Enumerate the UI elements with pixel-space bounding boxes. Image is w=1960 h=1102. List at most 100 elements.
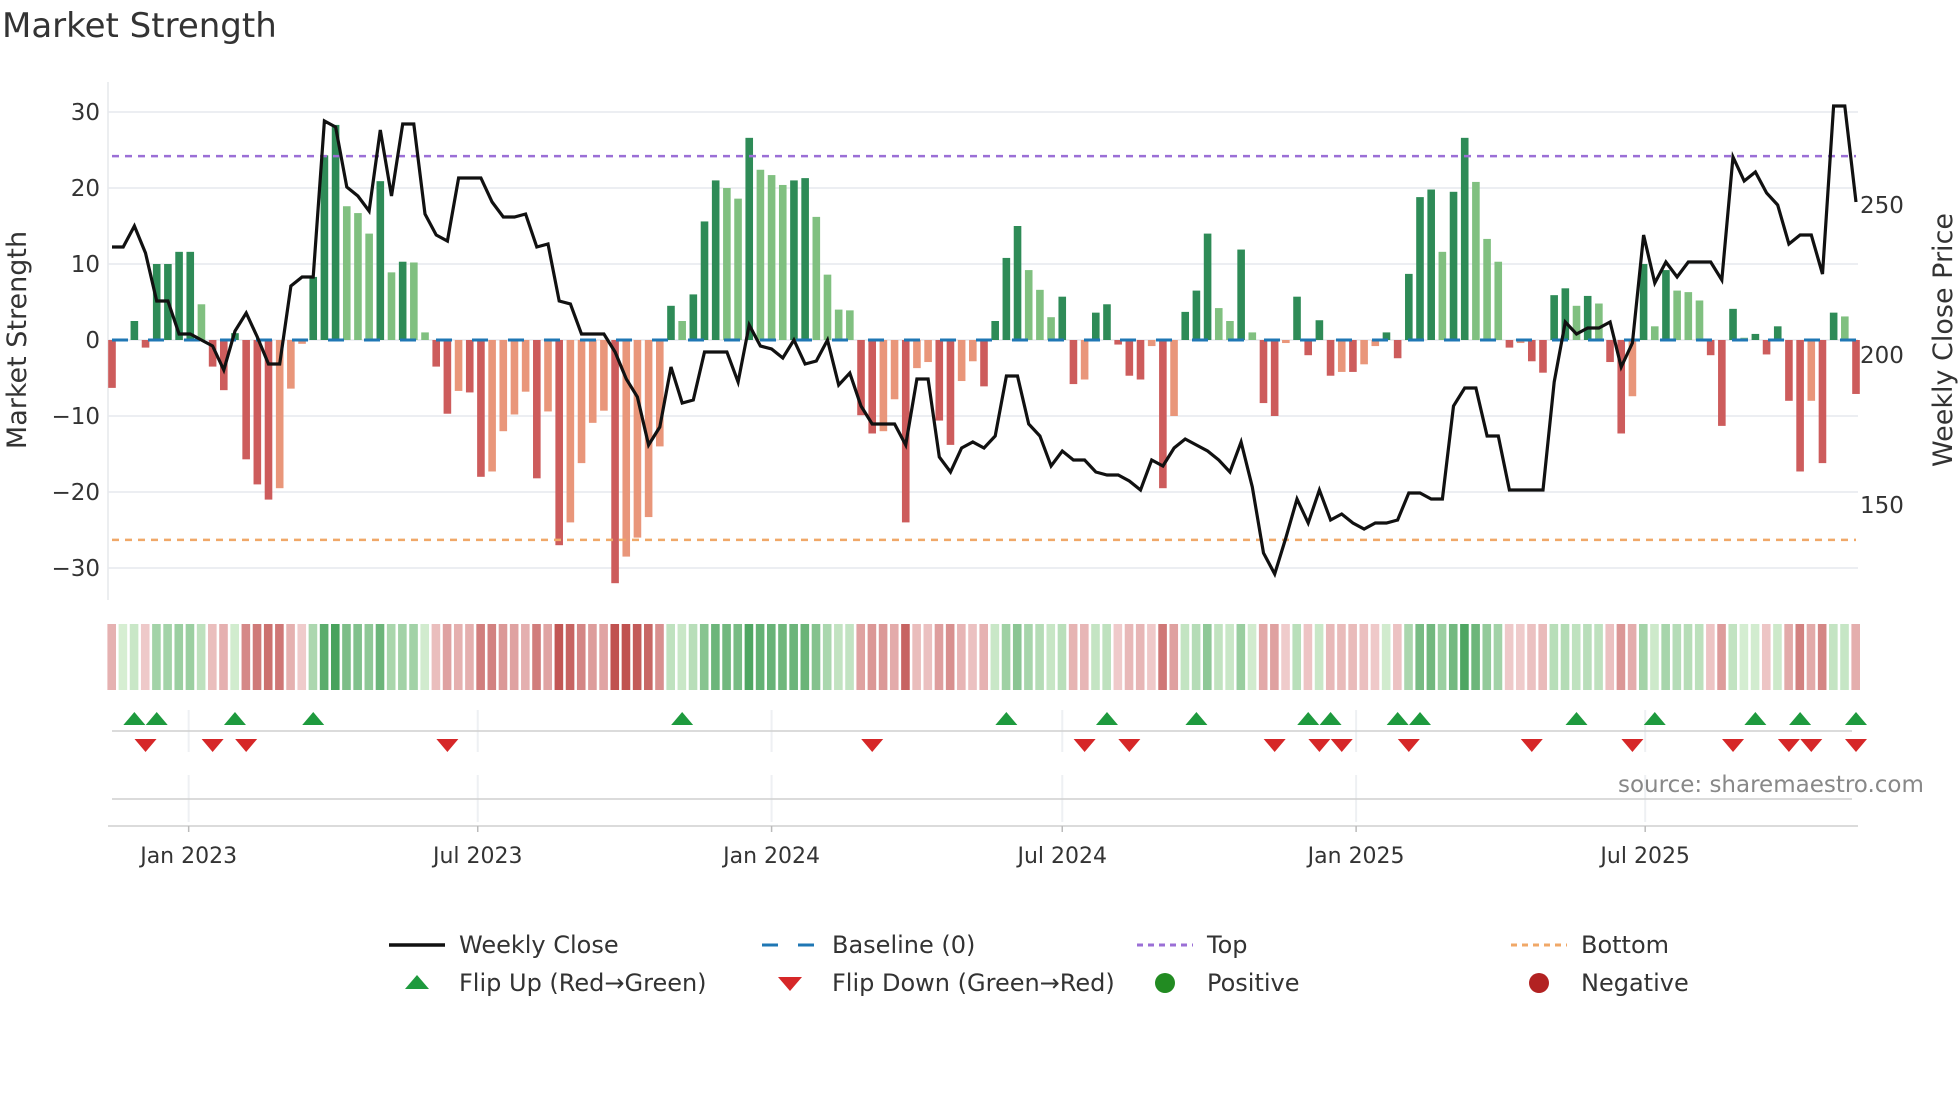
flip-down-marker <box>436 739 459 752</box>
y2-tick-label: 250 <box>1860 193 1904 219</box>
strength-strip-cell <box>1437 624 1447 690</box>
bar-positive <box>320 155 329 340</box>
bar-negative <box>1393 340 1402 359</box>
x-tick-label: Jul 2024 <box>1015 844 1107 869</box>
dotted-line-swatch-icon <box>1511 943 1567 947</box>
bar-negative <box>1360 340 1368 365</box>
strength-strip-cell <box>532 624 541 690</box>
strength-strip-cell <box>655 624 664 690</box>
bar-positive <box>1751 333 1760 340</box>
flip-down-marker <box>134 739 157 752</box>
strength-strip-cell <box>1482 624 1492 690</box>
bar-positive <box>801 178 809 340</box>
strength-strip-cell <box>252 624 262 690</box>
bar-negative <box>980 340 988 387</box>
bar-negative <box>611 340 619 584</box>
bar-positive <box>1103 304 1111 340</box>
bar-positive <box>1427 189 1435 340</box>
bar-positive <box>823 274 832 340</box>
bar-negative <box>555 340 563 546</box>
strength-strip-cell <box>1516 624 1525 690</box>
strength-strip-cell <box>554 624 564 690</box>
bar-negative <box>946 340 955 445</box>
strength-strip-cell <box>688 624 698 690</box>
strength-strip-cell <box>1046 624 1056 690</box>
strength-strip-cell <box>800 624 810 690</box>
bar-positive <box>1583 295 1592 340</box>
strength-strip-cell <box>107 624 116 690</box>
bar-positive <box>790 180 798 340</box>
dotted-line-swatch-icon <box>1137 943 1193 947</box>
bar-negative <box>287 340 295 389</box>
flip-down-marker <box>1118 739 1141 752</box>
flip-down-marker <box>1520 739 1543 752</box>
strength-strip-cell <box>364 624 374 690</box>
strength-strip-cell <box>1169 624 1179 690</box>
bar-negative <box>1807 340 1816 401</box>
strength-strip-cell <box>901 624 910 690</box>
legend-label: Baseline (0) <box>832 931 976 959</box>
legend-label: Negative <box>1581 969 1689 997</box>
flip-down-marker <box>1330 739 1353 752</box>
bar-negative <box>443 340 452 414</box>
strength-strip-cell <box>1627 624 1637 690</box>
bar-positive <box>834 309 843 340</box>
bar-negative <box>1852 340 1860 394</box>
strength-strip-cell <box>934 624 944 690</box>
strength-strip-cell <box>465 624 474 690</box>
strength-strip-cell <box>1448 624 1458 690</box>
strength-strip-cell <box>1012 624 1022 690</box>
bar-negative <box>488 340 496 472</box>
strength-strip-cell <box>297 624 307 690</box>
strength-strip-cell <box>1549 624 1559 690</box>
bar-positive <box>711 180 720 340</box>
bar-positive <box>1662 270 1670 340</box>
strength-strip-cell <box>1650 624 1659 690</box>
strength-strip-cell <box>1571 624 1581 690</box>
y2-tick-label: 200 <box>1860 343 1904 369</box>
bar-positive <box>1472 181 1480 340</box>
bar-positive <box>1650 326 1659 340</box>
strength-strip-cell <box>945 624 955 690</box>
strength-strip-cell <box>1370 624 1380 690</box>
strength-strip-cell <box>889 624 899 690</box>
flip-down-marker <box>201 739 224 752</box>
flip-up-marker <box>1789 712 1812 725</box>
strength-strip-cell <box>968 624 977 690</box>
triangle-down-icon <box>778 977 802 991</box>
strength-strip-cell <box>599 624 608 690</box>
x-tick-label: Jul 2023 <box>431 844 523 869</box>
bar-negative <box>454 340 463 391</box>
strength-strip-cell <box>834 624 843 690</box>
strength-strip-cell <box>286 624 295 690</box>
bar-positive <box>1483 238 1491 340</box>
bar-positive <box>1058 296 1067 340</box>
strength-strip-cell <box>1504 624 1514 690</box>
strength-strip-cell <box>509 624 519 690</box>
strength-strip-cell <box>263 624 273 690</box>
strength-strip-cell <box>610 624 620 690</box>
strength-strip-cell <box>1035 624 1044 690</box>
bar-negative <box>1337 340 1346 372</box>
strength-strip-cell <box>1068 624 1078 690</box>
legend-label: Positive <box>1207 969 1300 997</box>
strength-strip-cell <box>1638 624 1648 690</box>
y2-tick-label: 150 <box>1860 493 1904 519</box>
bar-negative <box>935 340 944 421</box>
strength-strip-cell <box>1381 624 1391 690</box>
strength-strip-cell <box>1694 624 1704 690</box>
bar-negative <box>1304 340 1313 356</box>
strength-strip-cell <box>644 624 653 690</box>
strength-strip-cell <box>129 624 139 690</box>
flip-up-marker <box>1297 712 1320 725</box>
bar-positive <box>1226 321 1234 340</box>
strength-strip-cell <box>1493 624 1503 690</box>
strength-strip-cell <box>1314 624 1324 690</box>
bar-negative <box>1069 340 1078 385</box>
strength-strip-cell <box>822 624 832 690</box>
strength-strip-cell <box>1359 624 1369 690</box>
strength-strip-cell <box>1773 624 1782 690</box>
bar-negative <box>879 340 888 432</box>
y-tick-label: 20 <box>71 176 100 202</box>
strength-strip-cell <box>588 624 597 690</box>
